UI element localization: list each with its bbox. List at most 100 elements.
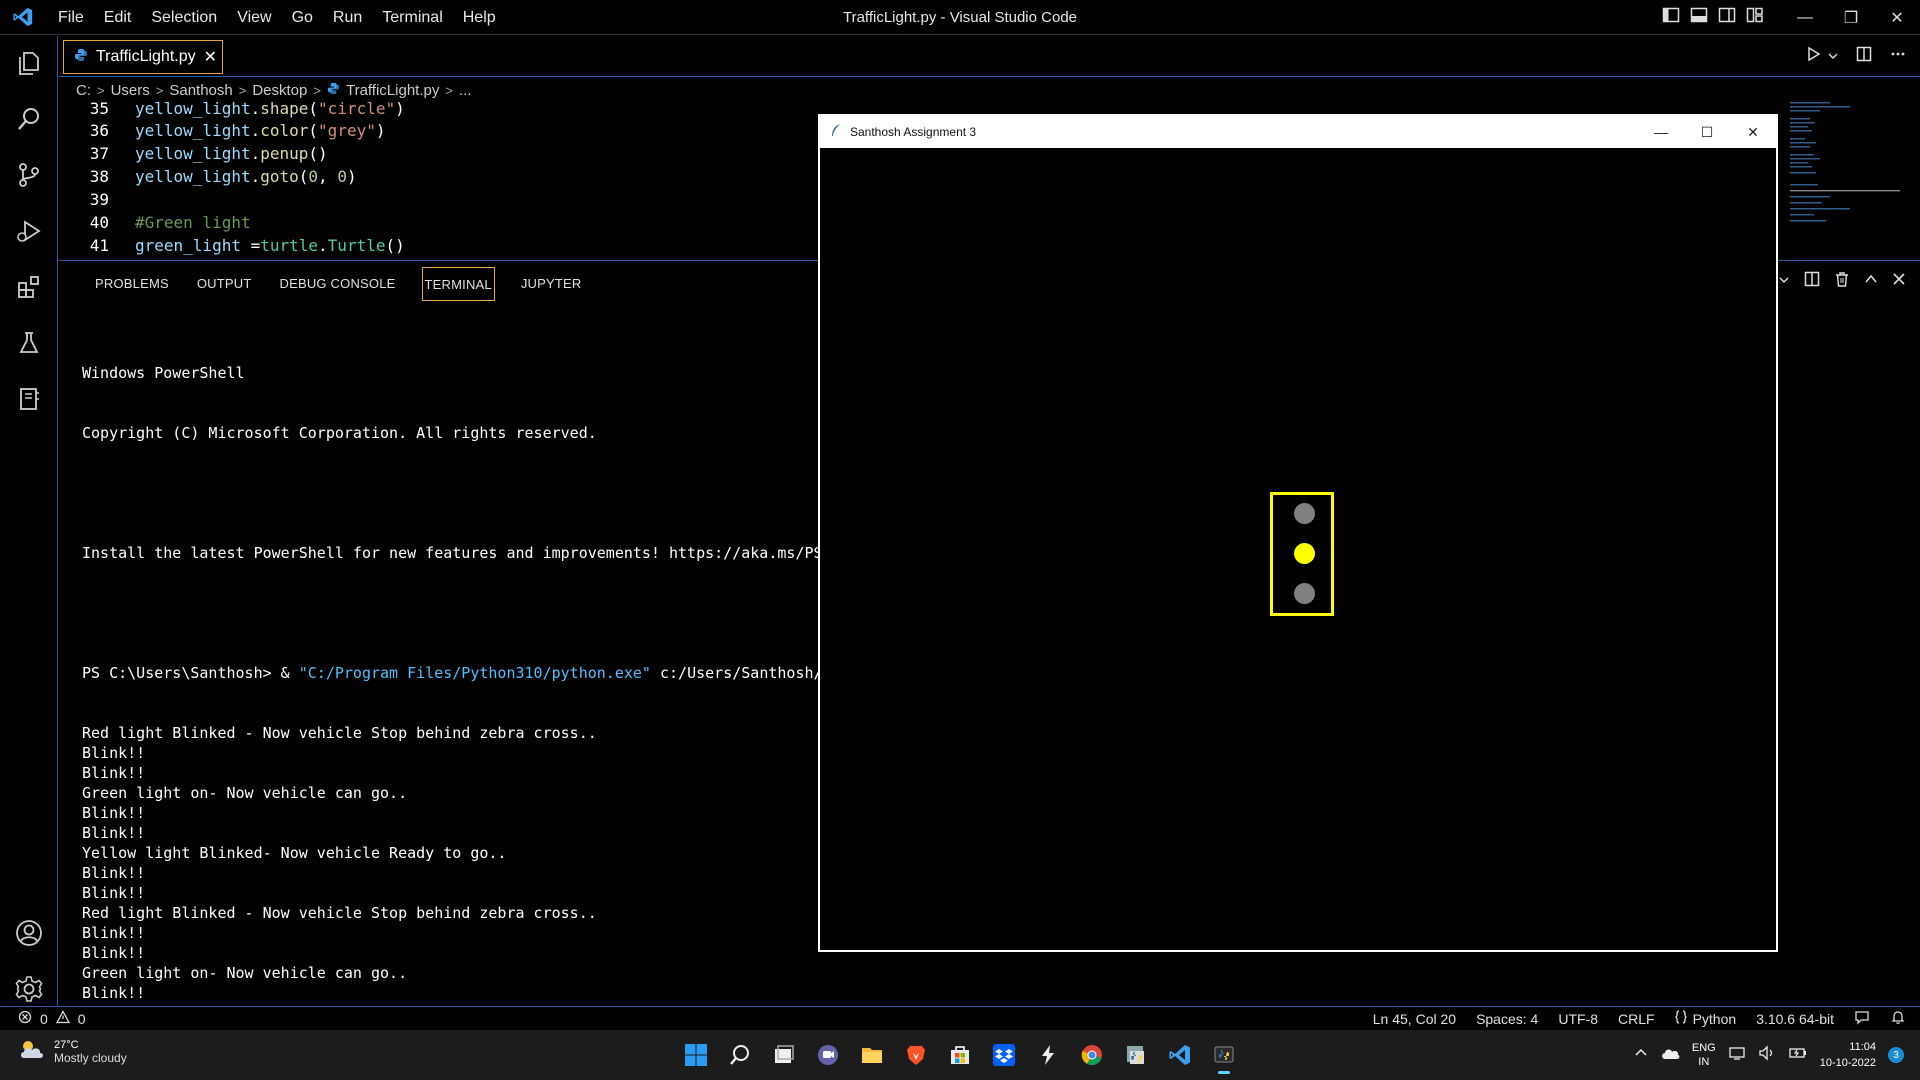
restore-button[interactable]: ❐ bbox=[1828, 0, 1874, 35]
encoding[interactable]: UTF-8 bbox=[1558, 1011, 1598, 1027]
code-line: 37 yellow_light.penup() bbox=[59, 143, 328, 165]
search-icon[interactable] bbox=[722, 1036, 758, 1074]
tab-terminal[interactable]: TERMINAL bbox=[421, 267, 495, 301]
menu-edit[interactable]: Edit bbox=[94, 0, 142, 35]
explorer-icon[interactable] bbox=[8, 42, 50, 84]
more-actions-icon[interactable] bbox=[1890, 46, 1906, 67]
line-number: 35 bbox=[89, 100, 109, 118]
accounts-icon[interactable] bbox=[8, 912, 50, 954]
turtle-close-button[interactable]: ✕ bbox=[1730, 116, 1776, 148]
indentation[interactable]: Spaces: 4 bbox=[1476, 1011, 1538, 1027]
turtle-minimize-button[interactable]: — bbox=[1638, 116, 1684, 148]
terminal-line: Install the latest PowerShell for new fe… bbox=[82, 544, 823, 562]
run-python-file-icon[interactable] bbox=[1806, 46, 1822, 67]
tab-close-icon[interactable]: ✕ bbox=[204, 47, 217, 67]
breadcrumb-users[interactable]: Users bbox=[111, 82, 150, 99]
vscode-taskbar-icon[interactable] bbox=[1162, 1036, 1198, 1074]
split-terminal-icon[interactable] bbox=[1804, 271, 1820, 292]
source-control-icon[interactable] bbox=[8, 154, 50, 196]
menu-go[interactable]: Go bbox=[282, 0, 323, 35]
traffic-light-box bbox=[1270, 492, 1334, 616]
jupyter-notebook-icon[interactable] bbox=[8, 378, 50, 420]
close-panel-icon[interactable] bbox=[1892, 272, 1906, 291]
code-editor[interactable]: 35 yellow_light.shape("circle") 36 yellow_… bbox=[59, 100, 819, 260]
dropbox-icon[interactable] bbox=[986, 1036, 1022, 1074]
prompt-text: PS C:\Users\Santhosh> & bbox=[82, 664, 299, 682]
clock[interactable]: 11:04 10-10-2022 bbox=[1820, 1039, 1876, 1071]
breadcrumb-desktop[interactable]: Desktop bbox=[252, 82, 307, 99]
close-button[interactable]: ✕ bbox=[1874, 0, 1920, 35]
tab-trafficlight-py[interactable]: TrafficLight.py ✕ bbox=[63, 40, 223, 74]
python-file-icon bbox=[327, 82, 340, 99]
customize-layout-icon[interactable] bbox=[1746, 6, 1764, 29]
chevron-right-icon: > bbox=[313, 82, 321, 98]
turtle-maximize-button[interactable]: ☐ bbox=[1684, 116, 1730, 148]
brave-browser-icon[interactable] bbox=[898, 1036, 934, 1074]
terminal-output-line: Blink!! bbox=[82, 744, 146, 762]
chrome-icon[interactable] bbox=[1074, 1036, 1110, 1074]
breadcrumb-drive[interactable]: C: bbox=[76, 82, 91, 99]
bell-icon[interactable] bbox=[1890, 1009, 1906, 1028]
extensions-icon[interactable] bbox=[8, 266, 50, 308]
trash-icon[interactable] bbox=[1834, 271, 1850, 292]
testing-icon[interactable] bbox=[8, 322, 50, 364]
task-view-icon[interactable] bbox=[766, 1036, 802, 1074]
error-count: 0 bbox=[40, 1010, 48, 1027]
menu-run[interactable]: Run bbox=[323, 0, 372, 35]
chevron-up-icon[interactable] bbox=[1634, 1046, 1648, 1065]
battery-icon[interactable] bbox=[1788, 1045, 1808, 1066]
feedback-icon[interactable] bbox=[1854, 1009, 1870, 1028]
menu-view[interactable]: View bbox=[227, 0, 281, 35]
run-debug-icon[interactable] bbox=[8, 210, 50, 252]
menu-terminal[interactable]: Terminal bbox=[372, 0, 452, 35]
python-idle-icon[interactable] bbox=[1118, 1036, 1154, 1074]
weather-widget[interactable]: 27°C Mostly cloudy bbox=[18, 1038, 127, 1065]
tab-problems[interactable]: PROBLEMS bbox=[81, 267, 183, 301]
terminal-output-line: Blink!! bbox=[82, 764, 146, 782]
python-interpreter[interactable]: 3.10.6 64-bit bbox=[1756, 1011, 1834, 1027]
toggle-panel-icon[interactable] bbox=[1690, 6, 1708, 29]
status-problems[interactable]: 0 0 bbox=[18, 1010, 86, 1027]
terminal-output-line: Blink!! bbox=[82, 924, 146, 942]
weather-temp: 27°C bbox=[54, 1038, 79, 1051]
minimize-button[interactable]: — bbox=[1782, 0, 1828, 35]
menu-help[interactable]: Help bbox=[453, 0, 506, 35]
teams-chat-icon[interactable] bbox=[810, 1036, 846, 1074]
menu-file[interactable]: File bbox=[48, 0, 94, 35]
power-automate-icon[interactable] bbox=[1030, 1036, 1066, 1074]
onedrive-cloud-icon[interactable] bbox=[1660, 1046, 1680, 1065]
network-icon[interactable] bbox=[1728, 1045, 1746, 1066]
language-mode[interactable]: Python bbox=[1674, 1010, 1736, 1027]
chevron-down-icon[interactable] bbox=[1828, 48, 1838, 66]
end-of-line[interactable]: CRLF bbox=[1618, 1011, 1655, 1027]
breadcrumb: C: > Users > Santhosh > Desktop > Traffi… bbox=[59, 78, 471, 102]
toggle-primary-sidebar-icon[interactable] bbox=[1662, 6, 1680, 29]
breadcrumb-symbol[interactable]: ... bbox=[459, 82, 472, 99]
cursor-position[interactable]: Ln 45, Col 20 bbox=[1373, 1011, 1456, 1027]
code-line: 40 #Green light bbox=[59, 212, 251, 234]
breadcrumb-santhosh[interactable]: Santhosh bbox=[169, 82, 232, 99]
menu-selection[interactable]: Selection bbox=[141, 0, 227, 35]
input-language[interactable]: ENG IN bbox=[1692, 1041, 1716, 1069]
turtle-canvas[interactable] bbox=[820, 148, 1776, 950]
terminal-output[interactable]: Windows PowerShell Copyright (C) Microso… bbox=[82, 323, 882, 1080]
microsoft-store-icon[interactable] bbox=[942, 1036, 978, 1074]
chevron-down-icon[interactable] bbox=[1778, 273, 1790, 291]
tab-jupyter[interactable]: JUPYTER bbox=[507, 267, 596, 301]
region-code: IN bbox=[1698, 1056, 1710, 1068]
breadcrumb-file[interactable]: TrafficLight.py bbox=[346, 82, 439, 99]
volume-icon[interactable] bbox=[1758, 1044, 1776, 1066]
windows-start-icon[interactable] bbox=[678, 1036, 714, 1074]
toggle-secondary-sidebar-icon[interactable] bbox=[1718, 6, 1736, 29]
file-explorer-icon[interactable] bbox=[854, 1036, 890, 1074]
maximize-panel-icon[interactable] bbox=[1864, 272, 1878, 291]
notification-badge[interactable]: 3 bbox=[1888, 1047, 1904, 1063]
minimap[interactable] bbox=[1790, 100, 1900, 250]
settings-gear-icon[interactable] bbox=[8, 968, 50, 1010]
search-icon[interactable] bbox=[8, 98, 50, 140]
tab-output[interactable]: OUTPUT bbox=[183, 267, 266, 301]
split-editor-icon[interactable] bbox=[1856, 46, 1872, 67]
python-turtle-taskbar-icon[interactable] bbox=[1206, 1036, 1242, 1074]
tab-debug-console[interactable]: DEBUG CONSOLE bbox=[266, 267, 410, 301]
